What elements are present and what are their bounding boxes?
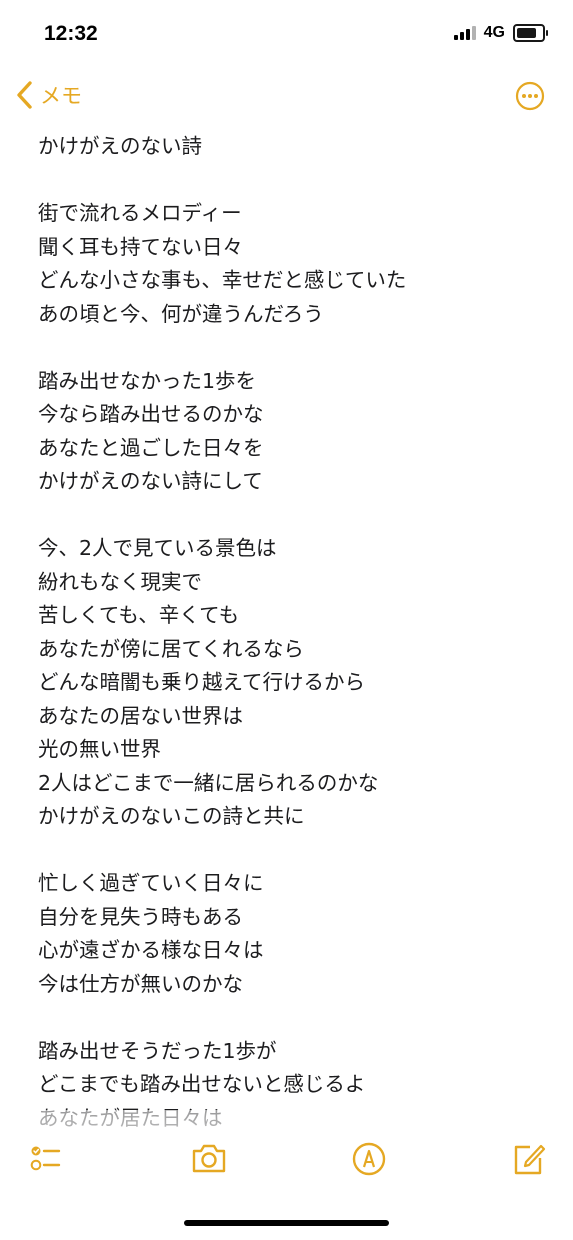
status-time: 12:32 [44,22,98,45]
note-line: 紛れもなく現実で [38,569,202,594]
back-label: メモ [40,84,82,108]
note-line: 2人はどこまで一緒に居られるのかな [38,770,379,795]
camera-icon[interactable] [188,1138,230,1180]
markup-pen-icon[interactable] [348,1138,390,1180]
battery-icon [513,24,548,42]
compose-icon[interactable] [508,1138,550,1180]
cellular-signal-icon [453,26,476,40]
navigation-bar: メモ [0,72,573,122]
note-line: 踏み出せそうだった1歩が [38,1038,277,1063]
network-type: 4G [483,24,505,41]
note-line: 今、2人で見ている景色は [38,536,277,560]
note-line: どんな小さな事も、幸せだと感じていた [38,268,407,292]
note-line: 街で流れるメロディー [38,201,242,225]
note-blank-line [38,499,558,533]
note-line: かけがえのない詩 [38,134,202,158]
note-line: 苦しくても、辛くても [38,603,240,627]
back-button[interactable]: メモ [14,80,82,110]
note-blank-line [38,331,558,365]
note-line: 今は仕方が無いのかな [38,971,243,996]
note-line: あなたと過ごした日々を [38,435,264,460]
checklist-icon[interactable] [24,1138,66,1180]
note-line: 踏み出せなかった1歩を [38,368,257,393]
note-blank-line [38,834,558,868]
note-line: 忙しく過ぎていく日々に [38,871,264,895]
note-line: かけがえのないこの詩と共に [38,804,305,828]
note-line: かけがえのない詩にして [38,469,263,493]
note-blank-line [38,1001,558,1035]
battery-level [517,28,536,38]
note-line: 光の無い世界 [38,737,161,761]
status-indicators: 4G [453,24,548,42]
note-line: 自分を見失う時もある [38,904,243,929]
note-line: 今なら踏み出せるのかな [38,402,264,426]
note-body[interactable]: かけがえのない詩街で流れるメロディー 聞く耳も持てない日々どんな小さな事も、幸せだ… [38,130,558,1145]
note-line: あなたの居ない世界は [38,703,243,728]
status-bar: 12:32 4G [0,0,573,66]
bottom-toolbar [0,1138,573,1188]
ellipsis-circle-icon[interactable] [515,81,545,111]
note-line: あなたが傍に居てくれるなら [38,636,304,661]
chevron-left-icon [17,81,32,109]
note-line: 心が遠ざかる様な日々は [38,938,264,962]
note-line: どんな暗闇も乗り越えて行けるから [38,670,365,694]
note-line: 聞く耳も持てない日々 [38,234,243,259]
note-line: あの頃と今、何が違うんだろう [38,301,324,326]
home-indicator[interactable] [184,1220,389,1226]
note-blank-line [38,164,558,198]
note-line: どこまでも踏み出せないと感じるよ [38,1072,366,1096]
